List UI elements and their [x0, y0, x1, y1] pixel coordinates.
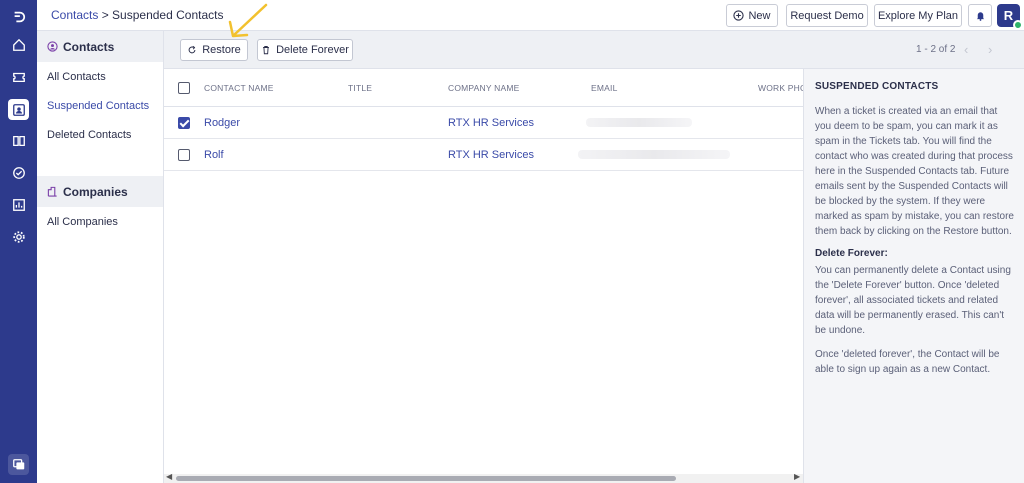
new-button-label: New	[748, 9, 771, 22]
table-row[interactable]: Rolf RTX HR Services	[164, 139, 803, 171]
contact-circle-icon	[47, 41, 58, 52]
help-panel-paragraph: Once 'deleted forever', the Contact will…	[815, 349, 1000, 375]
row-checkbox[interactable]	[178, 117, 190, 129]
redacted-email	[586, 118, 692, 127]
horizontal-scrollbar-thumb[interactable]	[176, 476, 676, 481]
settings-icon[interactable]	[8, 226, 29, 247]
next-page-icon[interactable]: ›	[988, 42, 992, 57]
chat-icon[interactable]	[8, 454, 29, 475]
bell-icon	[976, 12, 984, 21]
sidebar-item-suspended-contacts[interactable]: Suspended Contacts	[37, 91, 163, 120]
help-panel-paragraph: When a ticket is created via an email th…	[815, 106, 1014, 237]
breadcrumb-separator: >	[98, 8, 113, 22]
list-toolbar: Restore Delete Forever 1 - 2 of 2 ‹ ›	[164, 31, 1024, 69]
company-name-link[interactable]: RTX HR Services	[448, 117, 534, 129]
ticket-icon[interactable]	[8, 66, 29, 87]
restore-button[interactable]: Restore	[180, 39, 248, 61]
contact-name-link[interactable]: Rolf	[204, 149, 224, 161]
pagination-count: 1 - 2 of 2	[916, 44, 956, 55]
avatar-initial: R	[1003, 8, 1014, 23]
restore-icon	[188, 45, 196, 54]
notifications-button[interactable]	[968, 4, 992, 27]
help-panel-paragraph: You can permanently delete a Contact usi…	[815, 265, 1011, 336]
delete-forever-button[interactable]: Delete Forever	[257, 39, 353, 61]
explore-plan-button[interactable]: Explore My Plan	[874, 4, 962, 27]
horizontal-scrollbar[interactable]: ◀ ▶	[164, 472, 803, 483]
sidebar-heading-contacts: Contacts	[37, 31, 163, 62]
request-demo-label: Request Demo	[790, 9, 864, 22]
icon-rail	[0, 0, 37, 483]
table-row[interactable]: Rodger RTX HR Services	[164, 107, 803, 139]
plus-circle-icon	[733, 10, 745, 21]
contact-name-link[interactable]: Rodger	[204, 117, 240, 129]
sidebar-heading-companies: Companies	[37, 176, 163, 207]
scroll-right-icon[interactable]: ▶	[794, 472, 800, 481]
contacts-sidebar: Contacts All Contacts Suspended Contacts…	[37, 31, 164, 483]
contacts-icon[interactable]	[8, 99, 29, 120]
column-header-email[interactable]: EMAIL	[591, 83, 618, 93]
help-panel: SUSPENDED CONTACTS When a ticket is crea…	[803, 69, 1024, 483]
column-header-work-phone[interactable]: WORK PHONE	[758, 83, 803, 93]
scroll-left-icon[interactable]: ◀	[166, 472, 172, 481]
delete-forever-label: Delete Forever	[276, 44, 349, 56]
company-name-link[interactable]: RTX HR Services	[448, 149, 534, 161]
sidebar-item-all-contacts[interactable]: All Contacts	[37, 62, 163, 91]
sidebar-heading-companies-label: Companies	[63, 184, 128, 199]
redacted-email	[578, 150, 730, 159]
contacts-table: CONTACT NAME TITLE COMPANY NAME EMAIL WO…	[164, 69, 803, 483]
tasks-icon[interactable]	[8, 162, 29, 183]
breadcrumb: Contacts > Suspended Contacts	[51, 8, 223, 22]
help-panel-subheading: Delete Forever:	[815, 248, 888, 259]
home-icon[interactable]	[8, 34, 29, 55]
sidebar-item-all-companies[interactable]: All Companies	[37, 207, 163, 236]
new-button[interactable]: New	[726, 4, 778, 27]
top-header: Contacts > Suspended Contacts New Reques…	[37, 0, 1024, 31]
avatar[interactable]: R	[997, 4, 1023, 30]
sidebar-item-deleted-contacts[interactable]: Deleted Contacts	[37, 120, 163, 149]
knowledge-base-icon[interactable]	[8, 130, 29, 151]
trash-icon	[263, 46, 270, 55]
restore-label: Restore	[202, 44, 241, 56]
table-header: CONTACT NAME TITLE COMPANY NAME EMAIL WO…	[164, 69, 803, 107]
column-header-contact-name[interactable]: CONTACT NAME	[204, 83, 274, 93]
breadcrumb-contacts-link[interactable]: Contacts	[51, 8, 98, 22]
breadcrumb-current: Suspended Contacts	[112, 8, 224, 22]
request-demo-button[interactable]: Request Demo	[786, 4, 868, 27]
annotation-arrow-icon	[228, 3, 268, 38]
help-panel-heading: SUSPENDED CONTACTS	[815, 81, 939, 92]
logo-icon[interactable]	[8, 6, 29, 27]
sidebar-heading-contacts-label: Contacts	[63, 39, 115, 54]
row-checkbox[interactable]	[178, 149, 190, 161]
select-all-checkbox[interactable]	[178, 82, 190, 94]
prev-page-icon[interactable]: ‹	[964, 42, 968, 57]
explore-plan-label: Explore My Plan	[877, 9, 959, 22]
reports-icon[interactable]	[8, 194, 29, 215]
online-status-icon	[1013, 20, 1023, 30]
column-header-title[interactable]: TITLE	[348, 83, 372, 93]
column-header-company-name[interactable]: COMPANY NAME	[448, 83, 520, 93]
building-icon	[47, 186, 57, 197]
